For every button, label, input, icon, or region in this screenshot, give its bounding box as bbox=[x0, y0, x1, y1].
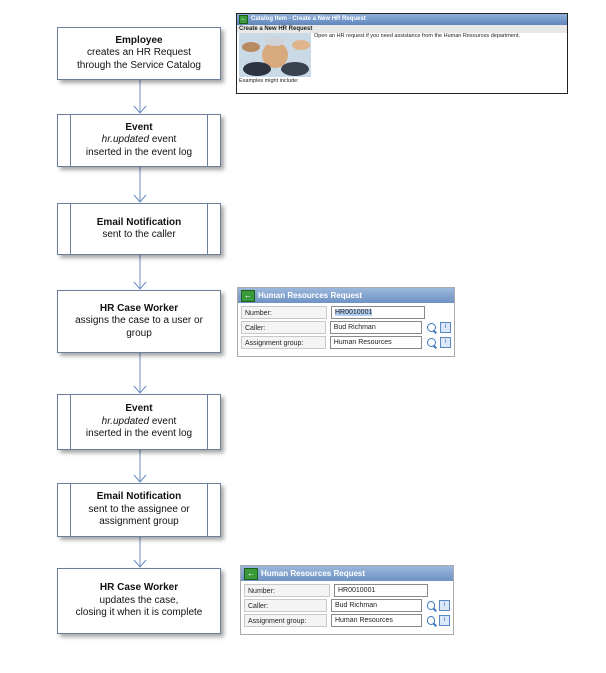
step-line: sent to the caller bbox=[102, 229, 176, 240]
step-title: HR Case Worker bbox=[99, 582, 179, 594]
step-title: Event bbox=[125, 121, 153, 133]
step-title: Employee bbox=[115, 34, 163, 46]
step-email-notification: Email Notification sent to the assignee … bbox=[57, 483, 221, 537]
assignment-group-row: Assignment group: Human Resources i bbox=[244, 614, 450, 627]
catalog-header-title: Catalog Item - Create a New HR Request bbox=[251, 16, 366, 22]
back-icon[interactable]: ← bbox=[244, 567, 258, 580]
step-email-notification: Email Notification sent to the caller bbox=[57, 203, 221, 255]
assignment-group-label: Assignment group: bbox=[244, 614, 327, 627]
catalog-examples: Examples might include: bbox=[239, 78, 299, 84]
step-hr-case-worker-assign: HR Case Worker assigns the case to a use… bbox=[57, 290, 221, 353]
step-line: updates the case, bbox=[99, 594, 179, 606]
catalog-header: ← Catalog Item - Create a New HR Request bbox=[237, 14, 567, 25]
reference-info-icon[interactable]: i bbox=[440, 337, 451, 348]
search-icon[interactable] bbox=[426, 601, 436, 610]
caller-field[interactable]: Bud Richman bbox=[329, 321, 423, 334]
step-line: closing it when it is complete bbox=[75, 607, 203, 619]
back-icon[interactable]: ← bbox=[239, 15, 248, 24]
reference-info-icon[interactable]: i bbox=[439, 600, 450, 611]
step-line: through the Service Catalog bbox=[77, 59, 201, 71]
catalog-item-title: Create a New HR Request bbox=[237, 25, 567, 33]
caller-row: Caller: Bud Richman i bbox=[244, 599, 450, 612]
caller-field[interactable]: Bud Richman bbox=[330, 599, 422, 612]
step-line: creates an HR Request bbox=[87, 47, 191, 59]
step-employee: Employee creates an HR Request through t… bbox=[57, 27, 221, 80]
step-title: Event bbox=[125, 403, 153, 415]
step-title: HR Case Worker bbox=[99, 302, 179, 314]
number-label: Number: bbox=[244, 584, 330, 597]
search-icon[interactable] bbox=[426, 616, 436, 625]
assignment-group-field[interactable]: Human Resources bbox=[329, 336, 423, 349]
number-row: Number: HR0010001 bbox=[241, 306, 451, 319]
caller-row: Caller: Bud Richman i bbox=[241, 321, 451, 334]
back-icon[interactable]: ← bbox=[241, 289, 255, 302]
step-line: inserted in the event log bbox=[85, 428, 193, 440]
step-line: inserted in the event log bbox=[85, 146, 193, 158]
step-event: Event hr.updated event inserted in the e… bbox=[57, 394, 221, 450]
search-icon[interactable] bbox=[427, 338, 437, 347]
number-row: Number: HR0010001 bbox=[244, 584, 450, 597]
number-label: Number: bbox=[241, 306, 327, 319]
assignment-group-row: Assignment group: Human Resources i bbox=[241, 336, 451, 349]
hr-form-header: ← Human Resources Request bbox=[238, 288, 454, 303]
hr-form-header: ← Human Resources Request bbox=[241, 566, 453, 581]
catalog-description: Open an HR request if you need assistanc… bbox=[314, 33, 521, 39]
hr-form-title: Human Resources Request bbox=[261, 569, 366, 578]
number-field[interactable]: HR0010001 bbox=[334, 584, 428, 597]
step-line: hr.updated event bbox=[101, 134, 177, 146]
step-title: Email Notification bbox=[96, 491, 182, 503]
caller-label: Caller: bbox=[244, 599, 327, 612]
hr-request-form-2: ← Human Resources Request Number: HR0010… bbox=[240, 565, 454, 635]
catalog-item-screenshot: ← Catalog Item - Create a New HR Request… bbox=[236, 13, 568, 94]
step-title: Email Notification bbox=[96, 216, 182, 228]
assignment-group-field[interactable]: Human Resources bbox=[330, 614, 422, 627]
step-line: group bbox=[126, 327, 152, 339]
reference-info-icon[interactable]: i bbox=[439, 615, 450, 626]
number-field[interactable]: HR0010001 bbox=[331, 306, 425, 319]
step-hr-case-worker-update: HR Case Worker updates the case, closing… bbox=[57, 568, 221, 634]
assignment-group-label: Assignment group: bbox=[241, 336, 326, 349]
step-line: assignment group bbox=[99, 516, 179, 528]
step-event: Event hr.updated event inserted in the e… bbox=[57, 114, 221, 167]
hands-image bbox=[239, 33, 311, 77]
hr-request-form-1: ← Human Resources Request Number: HR0010… bbox=[237, 287, 455, 357]
step-line: assigns the case to a user or bbox=[75, 315, 203, 327]
reference-info-icon[interactable]: i bbox=[440, 322, 451, 333]
step-line: hr.updated event bbox=[101, 415, 177, 427]
step-line: sent to the assignee or bbox=[88, 503, 190, 515]
caller-label: Caller: bbox=[241, 321, 326, 334]
search-icon[interactable] bbox=[427, 323, 437, 332]
hr-form-title: Human Resources Request bbox=[258, 291, 363, 300]
